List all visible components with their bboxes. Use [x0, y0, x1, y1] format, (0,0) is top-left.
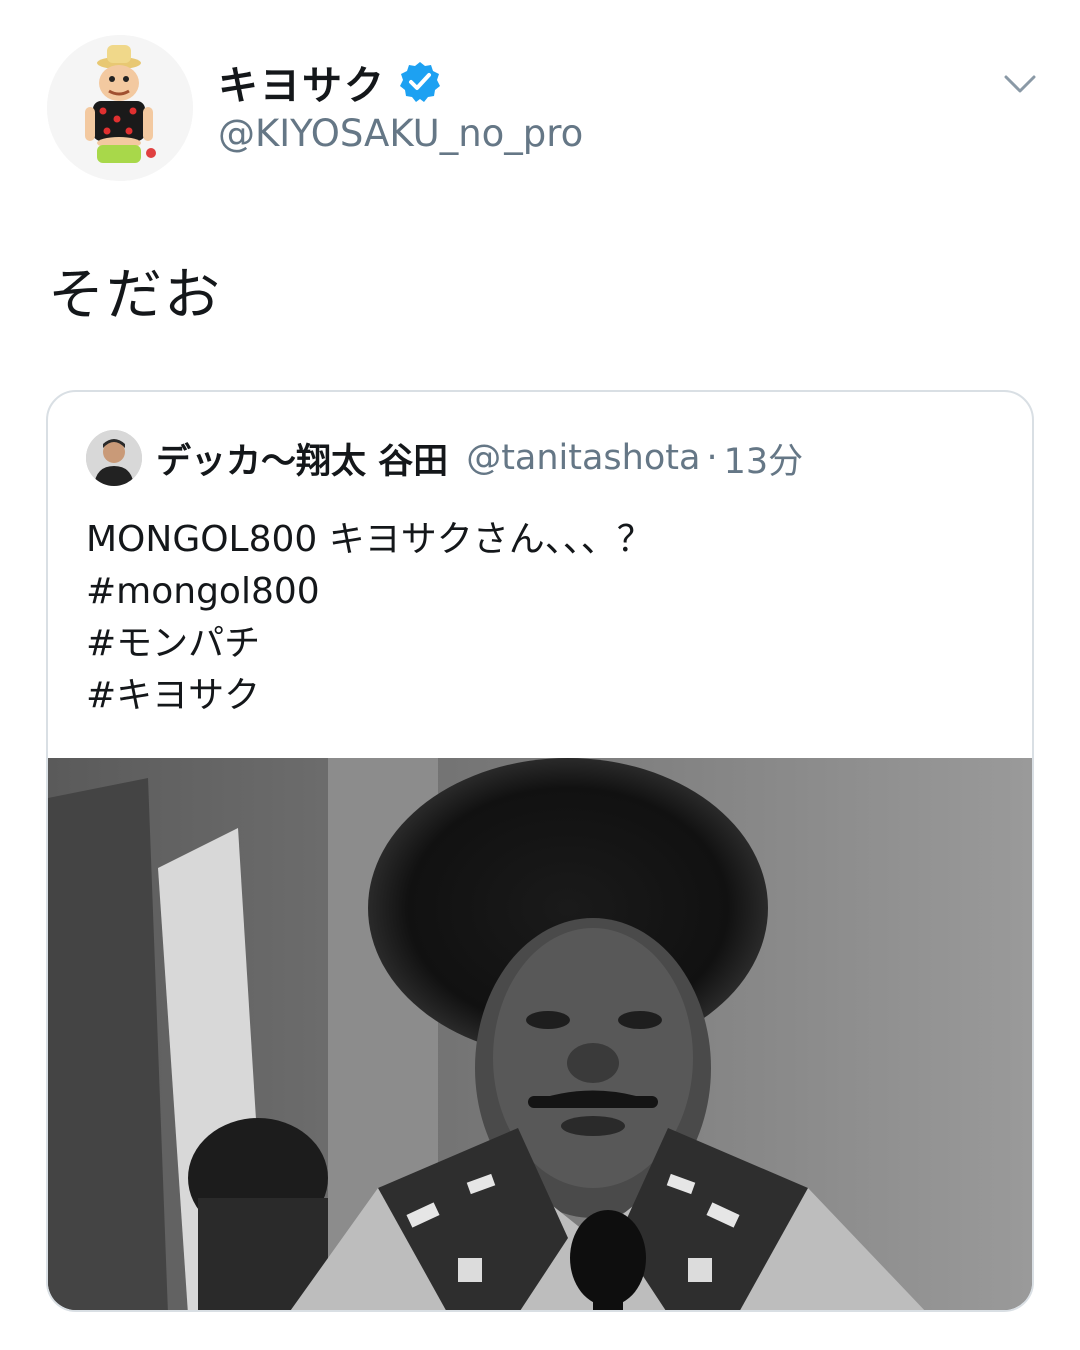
- quoted-tweet-header: デッカ〜翔太 谷田 @tanitashota · 13分: [86, 428, 803, 488]
- quoted-author-name[interactable]: デッカ〜翔太 谷田: [156, 433, 448, 484]
- cartoon-character-avatar-icon: [47, 35, 193, 181]
- quoted-author-avatar[interactable]: [86, 430, 142, 486]
- author-handle[interactable]: @KIYOSAKU_no_pro: [218, 112, 583, 155]
- author-display-name[interactable]: キヨサク: [218, 53, 386, 111]
- quoted-text-line: MONGOL800 キヨサクさん、、、？: [86, 519, 653, 560]
- author-avatar[interactable]: [47, 35, 193, 181]
- author-name-row: キヨサク: [218, 52, 442, 112]
- tweet-menu-button[interactable]: [1000, 64, 1040, 104]
- verified-badge-icon: [400, 62, 440, 102]
- hashtag-link[interactable]: #モンパチ: [86, 618, 653, 670]
- quoted-author-handle[interactable]: @tanitashota: [466, 438, 700, 478]
- tweet-detail: キヨサク @KIYOSAKU_no_pro そだお デッカ〜翔太 谷田 @tan…: [0, 0, 1080, 1350]
- person-avatar-icon: [86, 430, 142, 486]
- quoted-tweet-photo[interactable]: [48, 758, 1032, 1310]
- separator-dot: ·: [706, 438, 718, 478]
- photo-black-and-white-man-icon: [48, 758, 1032, 1310]
- hashtag-link[interactable]: #キヨサク: [86, 670, 653, 722]
- quoted-tweet-card[interactable]: デッカ〜翔太 谷田 @tanitashota · 13分 MONGOL800 キ…: [46, 390, 1034, 1312]
- chevron-down-icon: [1004, 75, 1036, 93]
- tweet-text: そだお: [48, 263, 222, 328]
- hashtag-link[interactable]: #mongol800: [86, 566, 653, 618]
- quoted-tweet-text: MONGOL800 キヨサクさん、、、？ #mongol800 #モンパチ #キ…: [86, 514, 653, 722]
- quoted-tweet-timestamp: 13分: [723, 441, 804, 482]
